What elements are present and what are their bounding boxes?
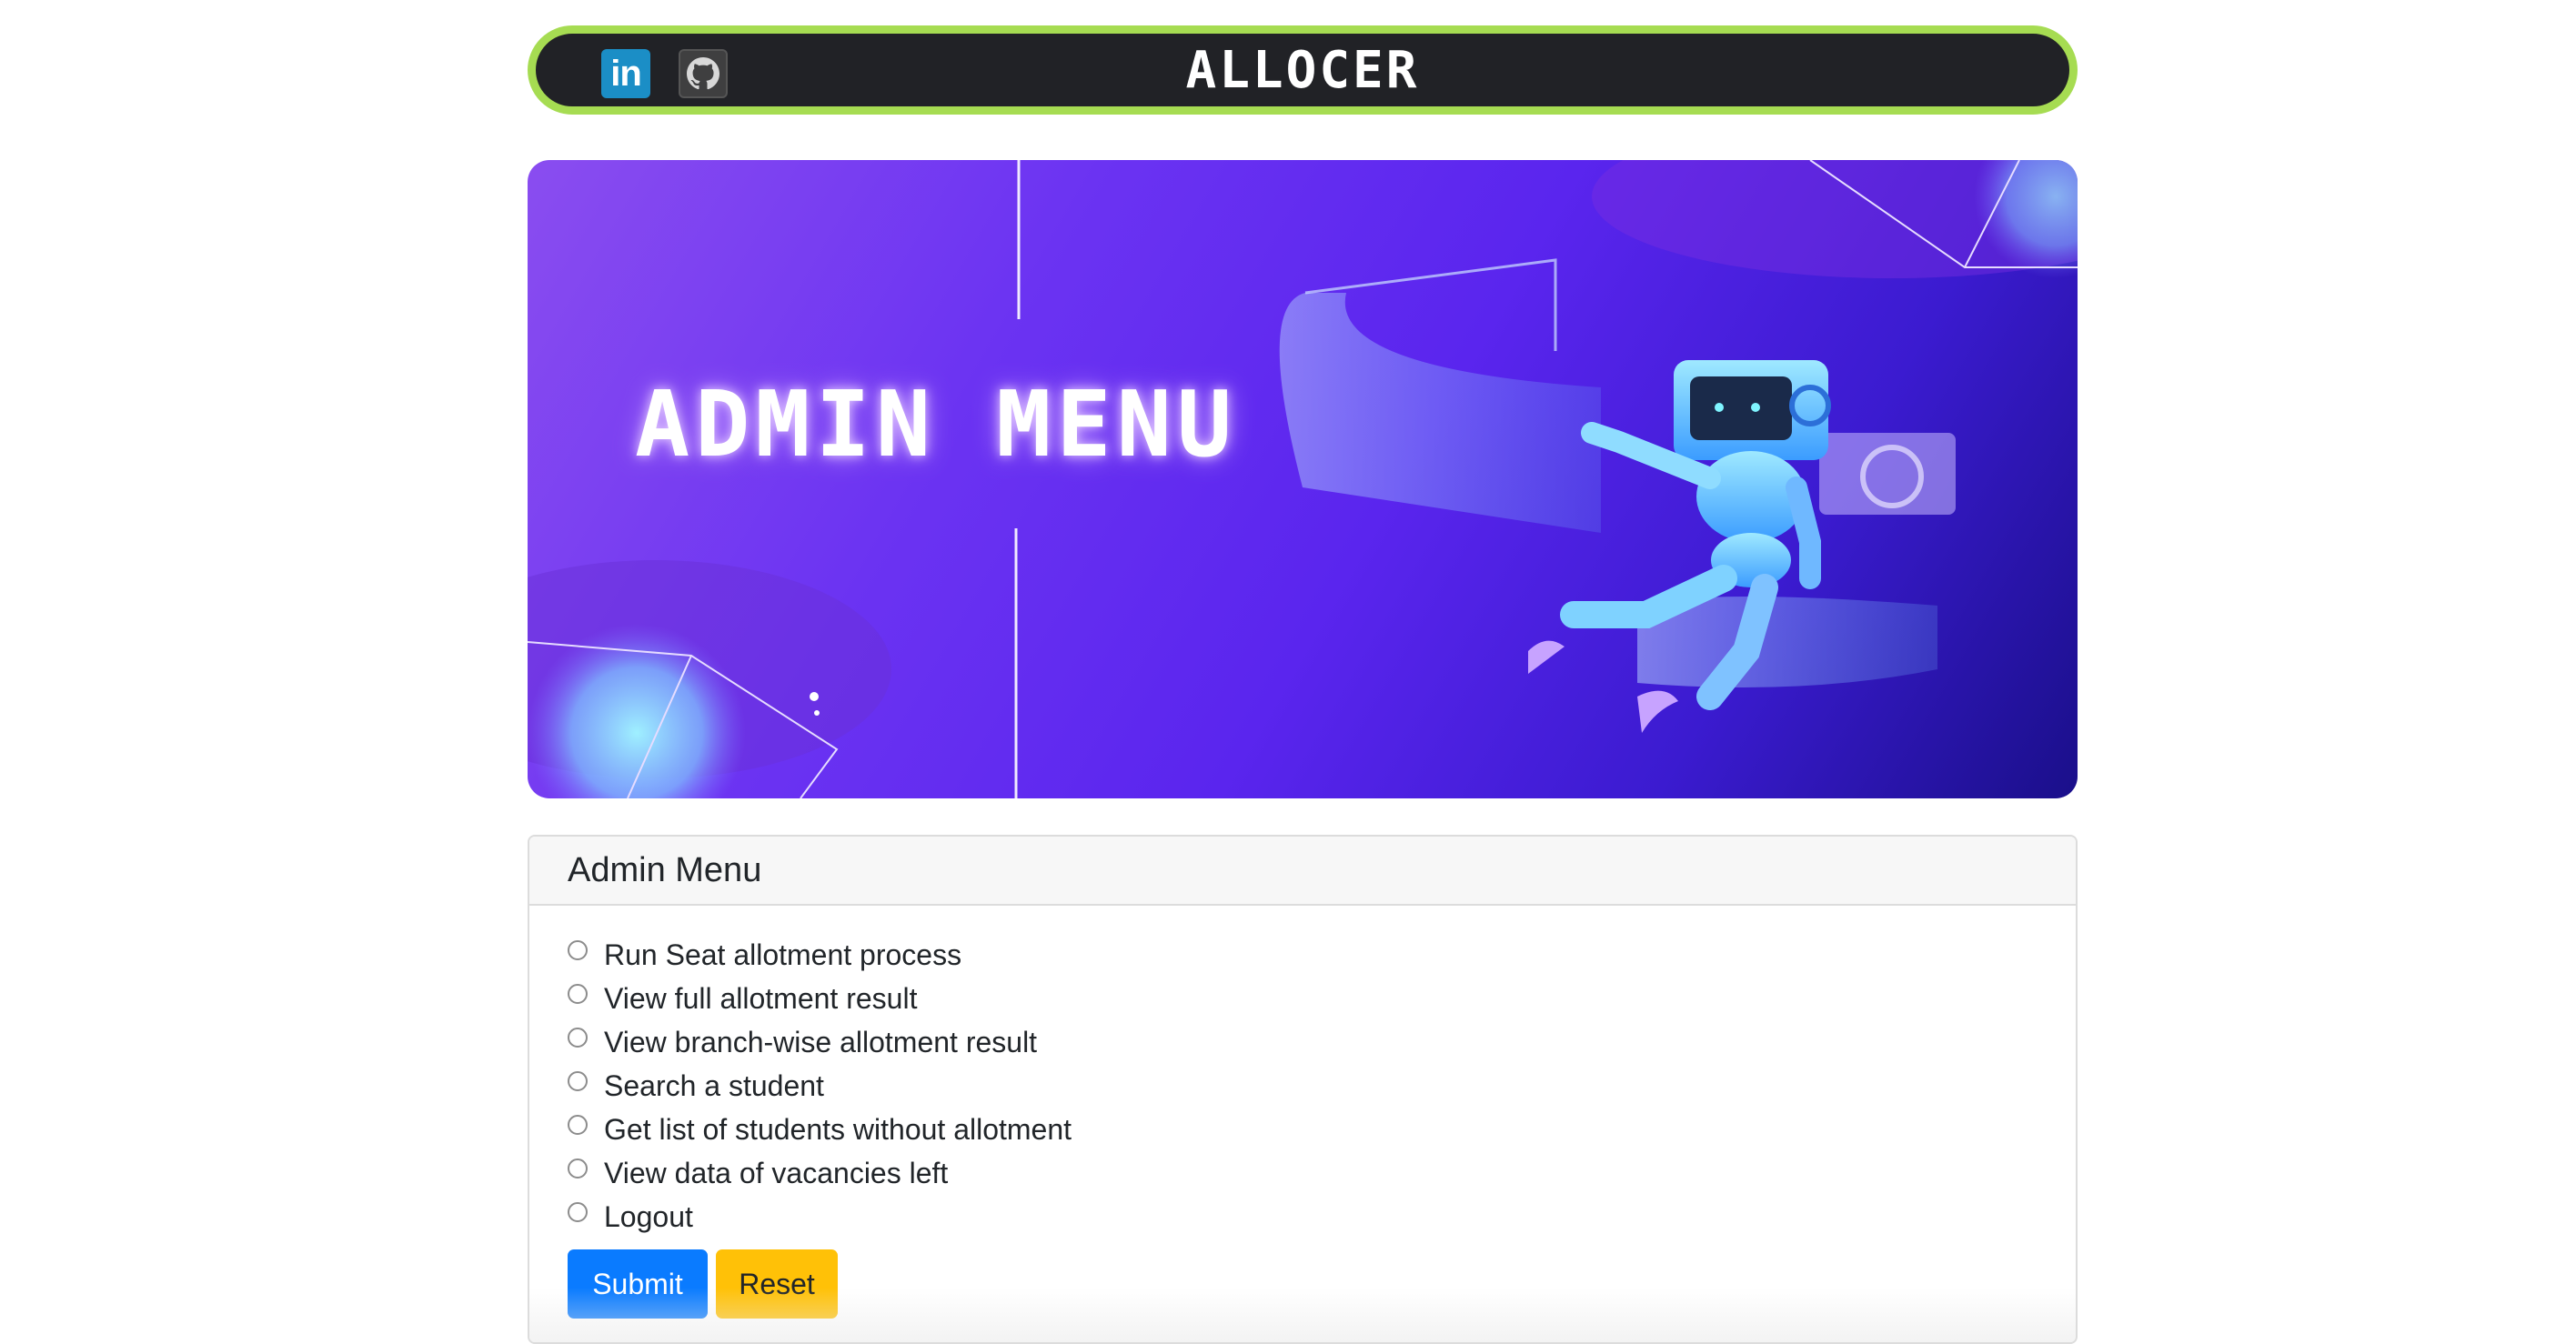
option-search-student[interactable]: Search a student	[568, 1064, 1072, 1108]
radio-button[interactable]	[568, 984, 588, 1004]
option-label: View branch-wise allotment result	[604, 1025, 1038, 1058]
option-label: View full allotment result	[604, 981, 918, 1015]
hero-title: ADMIN MENU	[635, 371, 1238, 477]
option-label: Search a student	[604, 1068, 824, 1102]
reset-button[interactable]: Reset	[716, 1249, 838, 1319]
radio-button[interactable]	[568, 1202, 588, 1222]
hero-banner: ADMIN MENU	[528, 160, 2078, 798]
admin-menu-header: Admin Menu	[529, 837, 2076, 906]
navbar: in ALLOCER	[528, 25, 2078, 115]
admin-menu-options: Run Seat allotment process View full all…	[568, 933, 1072, 1239]
option-students-without-allotment[interactable]: Get list of students without allotment	[568, 1108, 1072, 1151]
radio-button[interactable]	[568, 940, 588, 960]
option-vacancies-left[interactable]: View data of vacancies left	[568, 1151, 1072, 1195]
submit-button[interactable]: Submit	[568, 1249, 708, 1319]
option-logout[interactable]: Logout	[568, 1195, 1072, 1239]
admin-menu-card: Admin Menu Run Seat allotment process Vi…	[528, 835, 2078, 1344]
option-view-branch-result[interactable]: View branch-wise allotment result	[568, 1020, 1072, 1064]
option-label: View data of vacancies left	[604, 1156, 949, 1189]
radio-button[interactable]	[568, 1028, 588, 1048]
brand-title[interactable]: ALLOCER	[536, 34, 2069, 106]
option-label: Get list of students without allotment	[604, 1112, 1072, 1146]
radio-button[interactable]	[568, 1071, 588, 1091]
radio-button[interactable]	[568, 1115, 588, 1135]
robot-illustration	[528, 160, 2078, 798]
option-label: Logout	[604, 1199, 693, 1233]
radio-button[interactable]	[568, 1158, 588, 1179]
option-run-seat-allotment[interactable]: Run Seat allotment process	[568, 933, 1072, 977]
option-view-full-result[interactable]: View full allotment result	[568, 977, 1072, 1020]
option-label: Run Seat allotment process	[604, 938, 962, 971]
